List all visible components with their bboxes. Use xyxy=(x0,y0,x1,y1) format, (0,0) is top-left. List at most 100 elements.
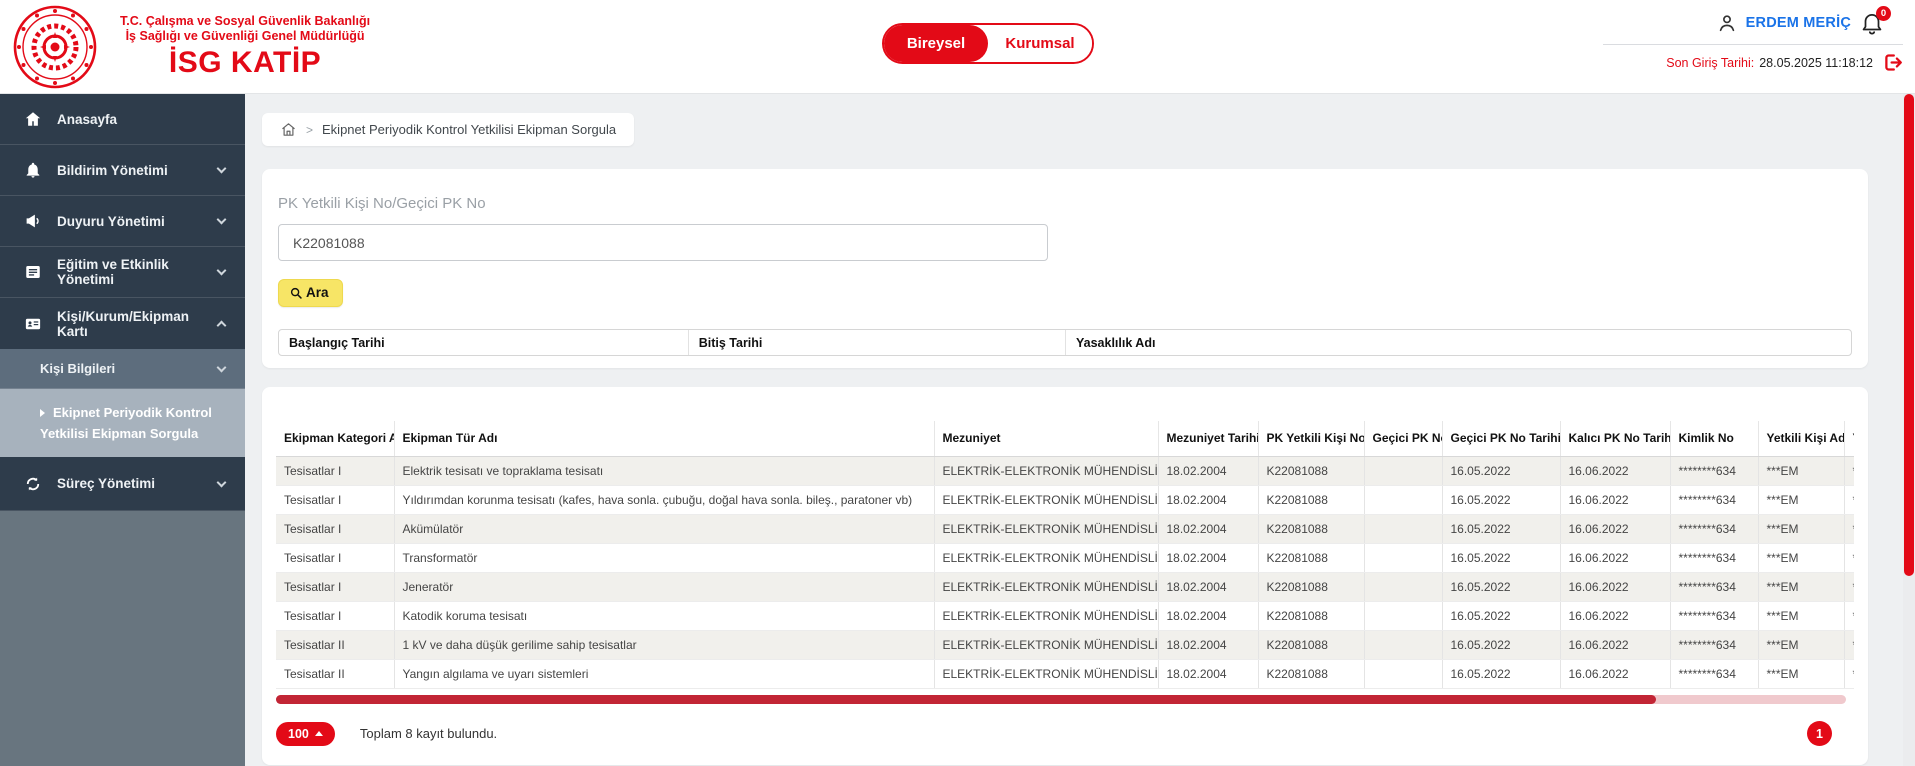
table-row: Tesisatlar IYıldırımdan korunma tesisatı… xyxy=(276,485,1854,514)
notifications-button[interactable]: 0 xyxy=(1859,10,1885,36)
table-cell: Transformatör xyxy=(394,543,934,572)
sidebar-item-anasayfa[interactable]: Anasayfa xyxy=(0,94,245,145)
page-size-dropdown[interactable]: 100 xyxy=(276,722,335,746)
table-cell: ELEKTRİK-ELEKTRONİK MÜHENDİSLİĞİ xyxy=(934,630,1158,659)
table-cell: 16.05.2022 xyxy=(1442,485,1560,514)
table-cell: 16.05.2022 xyxy=(1442,630,1560,659)
results-table: Ekipman Kategori AdıEkipman Tür AdıMezun… xyxy=(276,421,1854,689)
breadcrumb[interactable]: > Ekipnet Periyodik Kontrol Yetkilisi Ek… xyxy=(262,113,634,146)
search-button-label: Ara xyxy=(306,285,329,300)
horizontal-scrollbar[interactable] xyxy=(276,695,1846,704)
column-header: PK Yetkili Kişi No xyxy=(1258,421,1364,456)
breadcrumb-separator: > xyxy=(306,123,313,137)
sidebar-item-kisi-kurum-ekipman[interactable]: Kişi/Kurum/Ekipman Kartı xyxy=(0,298,245,349)
table-cell xyxy=(1364,485,1442,514)
sidebar-item-bildirim-yonetimi[interactable]: Bildirim Yönetimi xyxy=(0,145,245,196)
table-cell: K22081088 xyxy=(1258,485,1364,514)
table-row: Tesisatlar IAkümülatörELEKTRİK-ELEKTRONİ… xyxy=(276,514,1854,543)
table-cell: ***EM xyxy=(1758,514,1844,543)
bell-icon xyxy=(24,161,42,179)
user-name[interactable]: ERDEM MERİÇ xyxy=(1746,15,1851,31)
table-cell: * xyxy=(1844,543,1854,572)
table-cell: ***EM xyxy=(1758,659,1844,688)
results-card: Ekipman Kategori AdıEkipman Tür AdıMezun… xyxy=(262,387,1868,765)
home-icon xyxy=(24,110,42,128)
ban-table-header: Başlangıç Tarihi Bitiş Tarihi Yasaklılık… xyxy=(278,329,1852,356)
search-input[interactable] xyxy=(278,224,1048,261)
column-header: Mezuniyet Tarihi xyxy=(1158,421,1258,456)
table-cell: ELEKTRİK-ELEKTRONİK MÜHENDİSLİĞİ xyxy=(934,456,1158,485)
last-login-value: 28.05.2025 11:18:12 xyxy=(1759,56,1873,70)
table-cell: 16.06.2022 xyxy=(1560,543,1670,572)
table-cell: Tesisatlar I xyxy=(276,543,394,572)
sidebar: Anasayfa Bildirim Yönetimi Duyuru Yöneti… xyxy=(0,94,245,766)
table-cell xyxy=(1364,456,1442,485)
table-cell: 1 kV ve daha düşük gerilime sahip tesisa… xyxy=(394,630,934,659)
ministry-line2: İş Sağlığı ve Güvenliği Genel Müdürlüğü xyxy=(120,29,370,44)
table-cell: Yangın algılama ve uyarı sistemleri xyxy=(394,659,934,688)
table-cell: * xyxy=(1844,572,1854,601)
toggle-kurumsal[interactable]: Kurumsal xyxy=(988,25,1092,62)
table-row: Tesisatlar IIYangın algılama ve uyarı si… xyxy=(276,659,1854,688)
table-cell: Katodik koruma tesisatı xyxy=(394,601,934,630)
sidebar-item-label: Ekipnet Periyodik Kontrol Yetkilisi Ekip… xyxy=(40,405,212,441)
table-cell: * xyxy=(1844,630,1854,659)
table-cell: K22081088 xyxy=(1258,572,1364,601)
table-cell: ***EM xyxy=(1758,630,1844,659)
sidebar-item-label: Eğitim ve Etkinlik Yönetimi xyxy=(57,257,221,287)
table-cell: ***EM xyxy=(1758,456,1844,485)
table-cell: 16.05.2022 xyxy=(1442,456,1560,485)
vertical-scrollbar[interactable] xyxy=(1903,94,1915,766)
sidebar-item-egitim-etkinlik[interactable]: Eğitim ve Etkinlik Yönetimi xyxy=(0,247,245,298)
triangle-right-icon xyxy=(40,409,45,417)
search-icon xyxy=(289,286,303,300)
search-button[interactable]: Ara xyxy=(278,279,343,307)
sidebar-item-duyuru-yonetimi[interactable]: Duyuru Yönetimi xyxy=(0,196,245,247)
table-cell: ********634 xyxy=(1670,456,1758,485)
column-header: Geçici PK No xyxy=(1364,421,1442,456)
pagination-page-1[interactable]: 1 xyxy=(1807,721,1832,746)
table-footer: 100 Toplam 8 kayıt bulundu. 1 xyxy=(276,721,1854,747)
column-header: Ekipman Tür Adı xyxy=(394,421,934,456)
table-cell xyxy=(1364,659,1442,688)
logout-button[interactable] xyxy=(1882,52,1903,73)
table-cell: K22081088 xyxy=(1258,456,1364,485)
table-cell: 18.02.2004 xyxy=(1158,543,1258,572)
column-header: Y xyxy=(1844,421,1854,456)
table-cell: ELEKTRİK-ELEKTRONİK MÜHENDİSLİĞİ xyxy=(934,485,1158,514)
table-cell xyxy=(1364,630,1442,659)
column-header: Geçici PK No Tarihi xyxy=(1442,421,1560,456)
sidebar-item-label: Süreç Yönetimi xyxy=(57,476,155,491)
results-table-viewport: Ekipman Kategori AdıEkipman Tür AdıMezun… xyxy=(276,421,1854,689)
table-cell: Tesisatlar I xyxy=(276,572,394,601)
sidebar-item-kisi-bilgileri[interactable]: Kişi Bilgileri xyxy=(0,349,245,389)
table-cell: * xyxy=(1844,485,1854,514)
column-header: Başlangıç Tarihi xyxy=(279,330,688,355)
table-cell: 18.02.2004 xyxy=(1158,485,1258,514)
table-cell: 16.05.2022 xyxy=(1442,543,1560,572)
sidebar-item-label: Bildirim Yönetimi xyxy=(57,163,168,178)
id-card-icon xyxy=(24,315,42,333)
table-cell: * xyxy=(1844,514,1854,543)
table-cell: ***EM xyxy=(1758,543,1844,572)
table-cell: ELEKTRİK-ELEKTRONİK MÜHENDİSLİĞİ xyxy=(934,572,1158,601)
sidebar-item-surec-yonetimi[interactable]: Süreç Yönetimi xyxy=(0,457,245,511)
table-row: Tesisatlar ITransformatörELEKTRİK-ELEKTR… xyxy=(276,543,1854,572)
sidebar-item-ekipnet-periyodik-kontrol[interactable]: Ekipnet Periyodik Kontrol Yetkilisi Ekip… xyxy=(0,389,245,457)
table-cell xyxy=(1364,543,1442,572)
vertical-scrollbar-thumb[interactable] xyxy=(1904,94,1914,576)
table-cell: Jeneratör xyxy=(394,572,934,601)
search-card: PK Yetkili Kişi No/Geçici PK No Ara Başl… xyxy=(262,169,1868,368)
table-row: Tesisatlar IKatodik koruma tesisatıELEKT… xyxy=(276,601,1854,630)
table-row: Tesisatlar II1 kV ve daha düşük gerilime… xyxy=(276,630,1854,659)
table-cell: 18.02.2004 xyxy=(1158,659,1258,688)
column-header: Bitiş Tarihi xyxy=(688,330,1065,355)
app-title: İSG KATİP xyxy=(120,46,370,80)
table-cell: Tesisatlar II xyxy=(276,659,394,688)
table-cell: K22081088 xyxy=(1258,630,1364,659)
toggle-bireysel[interactable]: Bireysel xyxy=(884,25,988,62)
table-cell: Yıldırımdan korunma tesisatı (kafes, hav… xyxy=(394,485,934,514)
horizontal-scrollbar-thumb[interactable] xyxy=(276,695,1656,704)
table-cell: Tesisatlar I xyxy=(276,601,394,630)
total-records-text: Toplam 8 kayıt bulundu. xyxy=(360,726,497,741)
